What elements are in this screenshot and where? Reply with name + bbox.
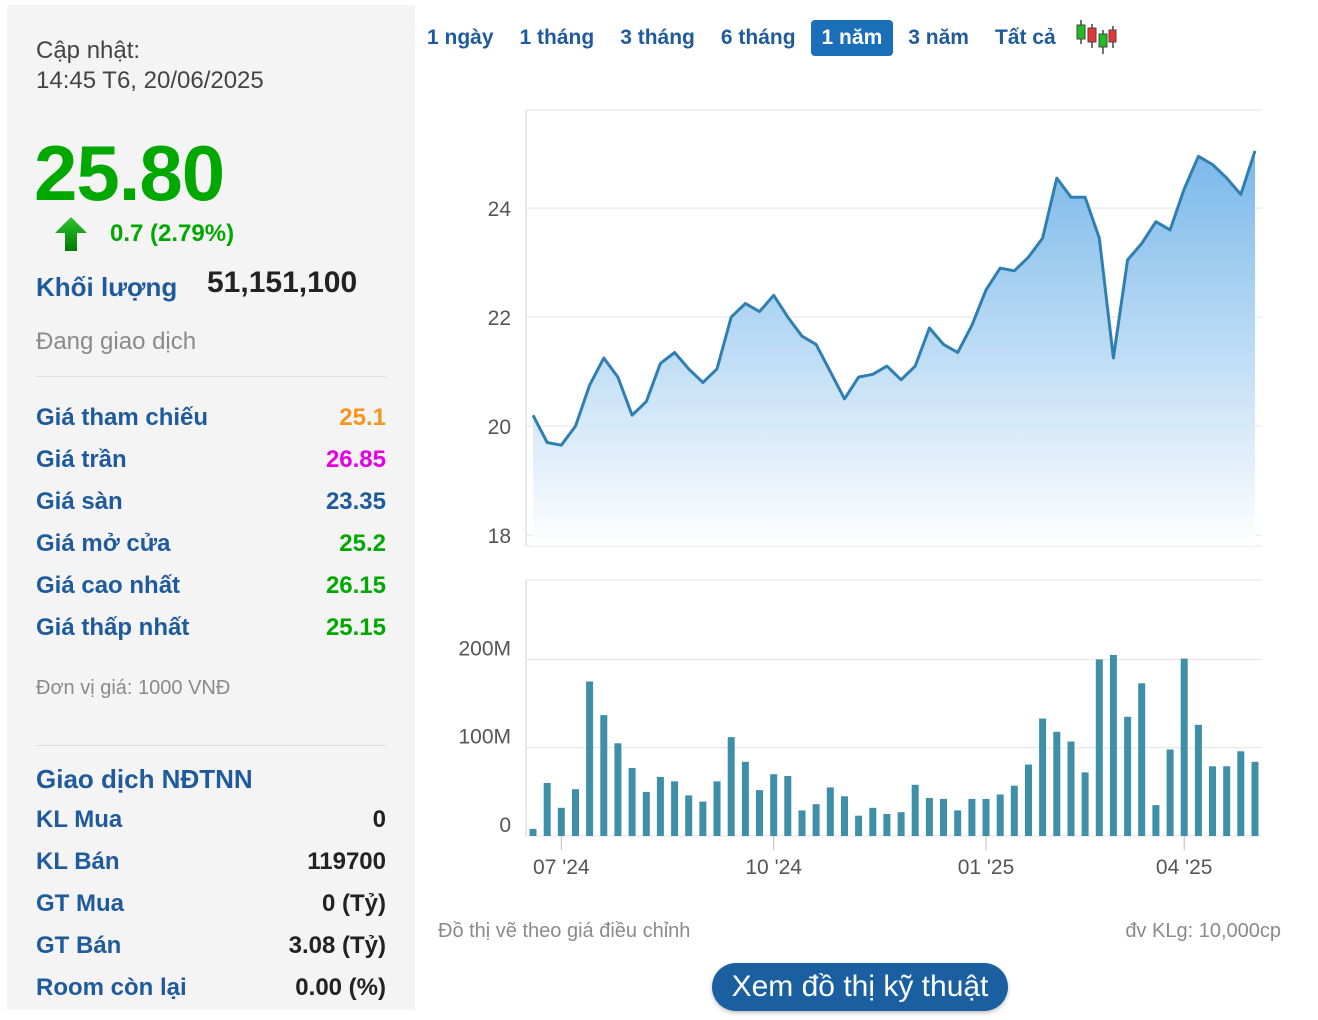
x-tick-label: 01 '25	[958, 856, 1015, 879]
volume-tick-label: 0	[499, 814, 511, 837]
volume-bar	[756, 790, 763, 836]
volume-bar	[925, 798, 933, 836]
volume-bar	[543, 783, 551, 836]
volume-bar	[1166, 749, 1174, 836]
volume-bar	[671, 781, 679, 836]
volume-bar	[1180, 658, 1188, 836]
volume-bar	[897, 812, 905, 836]
price-tick-label: 22	[488, 307, 511, 330]
x-tick-label: 10 '24	[745, 856, 802, 879]
volume-bar	[1209, 766, 1216, 836]
volume-bar	[529, 828, 537, 836]
volume-tick-label: 200M	[458, 637, 511, 660]
volume-bar	[727, 737, 735, 836]
volume-bar	[1237, 751, 1245, 836]
volume-bar	[869, 807, 877, 836]
volume-bar	[1138, 683, 1146, 836]
volume-bar	[770, 774, 778, 836]
volume-bar	[1010, 785, 1018, 836]
volume-bar	[911, 784, 919, 836]
volume-bar	[841, 796, 848, 836]
volume-bar	[1025, 764, 1032, 836]
volume-bar	[1152, 805, 1160, 836]
volume-bar	[996, 794, 1004, 836]
volume-bar	[982, 798, 990, 836]
volume-bar	[586, 681, 594, 836]
volume-bar	[1095, 659, 1103, 836]
volume-bar	[656, 776, 664, 836]
volume-bar	[940, 798, 947, 836]
volume-bar	[699, 801, 707, 836]
volume-bar	[826, 787, 834, 836]
volume-bar	[600, 715, 608, 836]
volume-bar	[1081, 772, 1089, 836]
volume-bar	[1223, 766, 1231, 836]
volume-bar	[812, 804, 820, 836]
volume-bar	[798, 810, 806, 836]
volume-bar	[614, 743, 622, 836]
volume-bar	[855, 815, 863, 836]
volume-bar	[713, 781, 721, 836]
volume-bar	[1251, 761, 1259, 836]
chart-note-adjusted: Đồ thị vẽ theo giá điều chỉnh	[438, 920, 691, 942]
price-tick-label: 24	[488, 198, 512, 221]
price-tick-label: 20	[488, 416, 511, 439]
volume-bar	[1194, 724, 1202, 836]
view-technical-chart-button[interactable]: Xem đồ thị kỹ thuật	[712, 963, 1008, 1011]
volume-bar	[572, 789, 579, 836]
x-tick-label: 04 '25	[1156, 856, 1213, 879]
volume-bar	[1039, 718, 1047, 836]
volume-bar	[883, 813, 891, 836]
price-volume-chart: 18 20 22 24 0 100M 200M 07 '24 10 '24 01 '25 04 …	[458, 109, 1262, 879]
volume-bar	[741, 761, 749, 836]
volume-bar	[1109, 655, 1117, 836]
x-tick-label: 07 '24	[533, 856, 590, 879]
volume-bar	[628, 768, 636, 836]
volume-bar	[954, 810, 962, 836]
chart-note-volume-unit: đv KLg: 10,000cp	[1125, 920, 1281, 942]
volume-bar	[642, 791, 650, 836]
volume-bar	[1067, 741, 1075, 836]
volume-tick-label: 100M	[458, 726, 511, 749]
price-area	[533, 150, 1255, 546]
volume-bar	[1124, 716, 1132, 836]
volume-bar	[968, 798, 976, 836]
volume-bar	[1053, 731, 1061, 836]
price-tick-label: 18	[488, 525, 511, 548]
volume-bar	[557, 807, 565, 836]
volume-bar	[685, 795, 693, 836]
volume-bar	[784, 776, 792, 836]
